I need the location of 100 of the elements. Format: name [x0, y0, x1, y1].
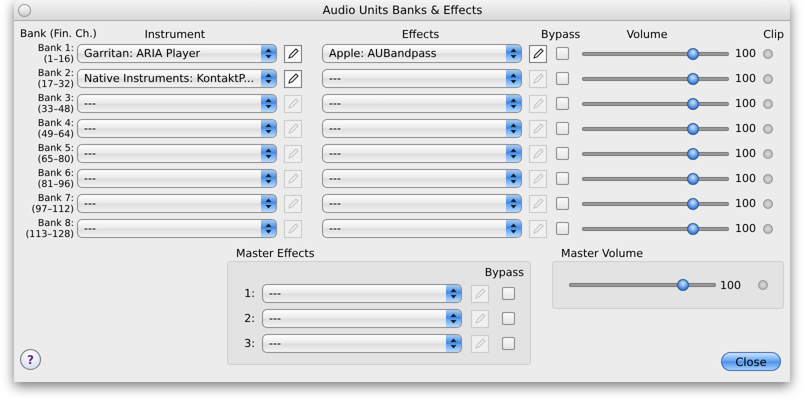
effect-dropdown[interactable]: --- — [262, 334, 462, 353]
volume-slider[interactable] — [582, 72, 729, 86]
pencil-icon — [287, 148, 299, 160]
pencil-icon — [474, 288, 486, 300]
effect-dropdown[interactable]: --- — [322, 169, 522, 188]
volume-slider[interactable] — [582, 122, 729, 136]
volume-slider[interactable] — [569, 278, 716, 292]
slider-thumb[interactable] — [687, 222, 700, 234]
pencil-icon — [287, 222, 299, 234]
instrument-dropdown[interactable]: --- — [77, 119, 277, 138]
stepper-arrows-icon — [510, 198, 517, 209]
bypass-checkbox[interactable] — [556, 122, 569, 135]
bank-label: Bank 2: (17–32) — [36, 68, 74, 90]
stepper-arrows-icon — [450, 288, 457, 299]
effect-dropdown[interactable]: --- — [322, 69, 522, 88]
pencil-icon — [532, 98, 544, 110]
column-header: Bypass — [541, 28, 581, 40]
clip-indicator-icon — [763, 124, 773, 134]
effect-dropdown[interactable]: Apple: AUBandpass — [322, 44, 522, 63]
pencil-icon — [287, 72, 299, 84]
bypass-checkbox[interactable] — [556, 47, 569, 60]
stepper-arrows-icon — [265, 223, 272, 234]
edit-pencil-button[interactable] — [529, 44, 547, 62]
stepper-arrows-icon — [510, 73, 517, 84]
slider-thumb[interactable] — [687, 148, 700, 160]
stepper-arrows-icon — [510, 223, 517, 234]
column-header: Instrument — [144, 28, 206, 40]
edit-pencil-button[interactable] — [284, 70, 302, 88]
effect-dropdown[interactable]: --- — [322, 194, 522, 213]
clip-indicator-icon — [763, 98, 773, 108]
column-header: Bypass — [484, 266, 524, 279]
instrument-dropdown[interactable]: --- — [77, 194, 277, 213]
stepper-arrows-icon — [265, 173, 272, 184]
volume-value: 100 — [735, 147, 755, 160]
bypass-checkbox[interactable] — [502, 312, 515, 325]
slider-thumb[interactable] — [687, 98, 700, 110]
clip-indicator-icon — [763, 48, 773, 58]
column-header: Effects — [400, 28, 440, 40]
effect-dropdown[interactable]: --- — [322, 144, 522, 163]
slider-thumb[interactable] — [687, 72, 700, 84]
bypass-checkbox[interactable] — [502, 337, 515, 350]
bank-label: Bank 1: (1–16) — [36, 42, 74, 64]
volume-slider[interactable] — [582, 96, 729, 110]
pencil-icon — [474, 312, 486, 324]
bypass-checkbox[interactable] — [556, 197, 569, 210]
edit-pencil-button[interactable] — [284, 44, 302, 62]
bank-label: Bank 6: (81–96) — [36, 168, 74, 190]
instrument-dropdown[interactable]: --- — [77, 169, 277, 188]
volume-value: 100 — [735, 72, 755, 85]
effect-dropdown[interactable]: --- — [322, 119, 522, 138]
bypass-checkbox[interactable] — [556, 222, 569, 235]
stepper-arrows-icon — [510, 98, 517, 109]
close-button[interactable]: Close — [721, 352, 781, 371]
effect-dropdown[interactable]: --- — [322, 219, 522, 238]
volume-slider[interactable] — [582, 46, 729, 60]
volume-value: 100 — [735, 122, 755, 135]
instrument-dropdown[interactable]: Garritan: ARIA Player — [77, 44, 277, 63]
effect-dropdown[interactable]: --- — [322, 94, 522, 113]
instrument-dropdown[interactable]: --- — [77, 219, 277, 238]
group-title: Master Volume — [561, 247, 644, 260]
bypass-checkbox[interactable] — [556, 72, 569, 85]
stepper-arrows-icon — [265, 48, 272, 59]
volume-slider[interactable] — [582, 146, 729, 160]
pencil-icon — [532, 72, 544, 84]
effect-dropdown[interactable]: --- — [262, 309, 462, 328]
stepper-arrows-icon — [510, 148, 517, 159]
pencil-icon — [287, 172, 299, 184]
bypass-checkbox[interactable] — [556, 172, 569, 185]
instrument-dropdown[interactable]: --- — [77, 94, 277, 113]
column-header: Clip — [763, 28, 784, 40]
stepper-arrows-icon — [265, 73, 272, 84]
bypass-checkbox[interactable] — [556, 97, 569, 110]
bypass-checkbox[interactable] — [556, 147, 569, 160]
stepper-arrows-icon — [510, 123, 517, 134]
slider-thumb[interactable] — [687, 198, 700, 210]
pencil-icon — [287, 48, 299, 60]
volume-slider[interactable] — [582, 172, 729, 186]
clip-indicator-icon — [763, 148, 773, 158]
slot-label: 1: — [243, 287, 255, 300]
pencil-icon — [532, 148, 544, 160]
slider-thumb[interactable] — [687, 48, 700, 60]
slider-thumb[interactable] — [687, 122, 700, 134]
volume-slider[interactable] — [582, 222, 729, 236]
instrument-dropdown[interactable]: --- — [77, 144, 277, 163]
volume-slider[interactable] — [582, 196, 729, 210]
bypass-checkbox[interactable] — [502, 287, 515, 300]
clip-indicator-icon — [763, 198, 773, 208]
clip-indicator-icon — [763, 224, 773, 234]
clip-indicator-icon — [763, 174, 773, 184]
slider-thumb[interactable] — [687, 172, 700, 184]
slider-thumb[interactable] — [677, 279, 689, 291]
bank-label: Bank 5: (65–80) — [36, 142, 74, 164]
volume-value: 100 — [735, 222, 755, 235]
close-icon[interactable] — [18, 4, 31, 16]
bank-label: Bank 3: (33–48) — [36, 92, 74, 114]
stepper-arrows-icon — [265, 198, 272, 209]
help-button[interactable]: ? — [20, 349, 41, 370]
effect-dropdown[interactable]: --- — [262, 284, 462, 303]
instrument-dropdown[interactable]: Native Instruments: KontaktP... — [77, 69, 277, 88]
clip-indicator-icon — [758, 280, 768, 290]
